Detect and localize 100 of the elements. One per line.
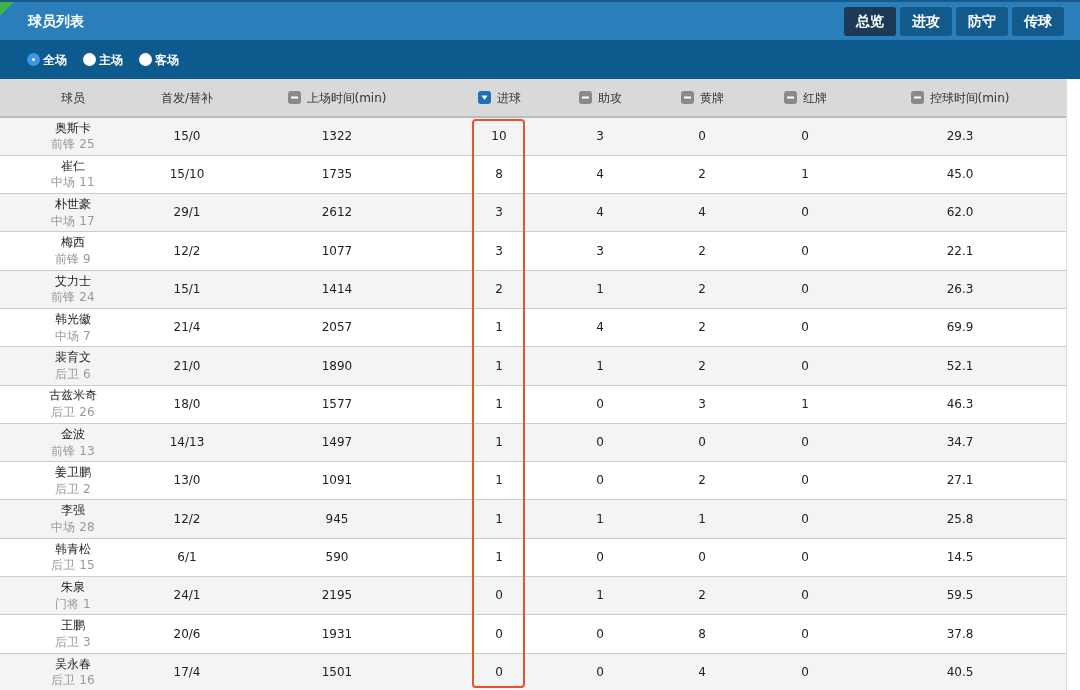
table-cell: 0 — [596, 664, 604, 679]
table-cell: 20/6 — [173, 626, 201, 641]
table-cell: 29.3 — [946, 129, 974, 143]
minus-icon[interactable] — [287, 90, 301, 104]
table-cell: 4 — [596, 205, 604, 220]
table-cell: 1890 — [321, 358, 353, 373]
table-cell: 52.1 — [946, 358, 974, 373]
table-cell: 0 — [801, 626, 809, 641]
player-position: 后卫 15 — [50, 557, 96, 575]
player-name: 艾力士 — [54, 272, 92, 290]
table-cell: 1 — [495, 473, 503, 488]
table-cell: 14.5 — [946, 550, 974, 564]
radio-option[interactable]: 主场 — [83, 50, 123, 69]
table-cell: 1091 — [321, 473, 353, 488]
table-cell: 12/2 — [173, 511, 201, 526]
player-position: 后卫 2 — [54, 480, 92, 498]
player-name: 李强 — [60, 502, 86, 520]
column-header[interactable]: 黄牌 — [699, 90, 724, 105]
tab[interactable]: 总览 — [844, 6, 896, 36]
table-cell: 21/0 — [173, 358, 201, 373]
table-cell: 40.5 — [946, 664, 974, 679]
table-cell: 1 — [495, 358, 503, 373]
table-cell: 0 — [698, 129, 706, 143]
table-cell: 1414 — [321, 281, 353, 296]
table-cell: 1 — [596, 588, 604, 603]
corner-triangle — [0, 2, 14, 16]
table-cell: 69.9 — [946, 320, 974, 335]
table-cell: 27.1 — [946, 473, 974, 488]
column-header[interactable]: 红牌 — [802, 90, 827, 105]
table-cell: 62.0 — [946, 205, 974, 220]
table-cell: 29/1 — [173, 205, 201, 220]
table-cell: 26.3 — [946, 281, 974, 296]
tab[interactable]: 传球 — [1012, 6, 1064, 36]
table-cell: 2612 — [321, 205, 353, 220]
table-cell: 15/10 — [169, 167, 205, 182]
table-cell: 10 — [491, 129, 507, 143]
table-cell: 0 — [495, 664, 503, 679]
table-cell: 0 — [596, 550, 604, 564]
player-position: 后卫 16 — [50, 672, 96, 690]
tab[interactable]: 防守 — [956, 6, 1008, 36]
minus-icon[interactable] — [578, 90, 592, 104]
radio-option[interactable]: 客场 — [139, 50, 179, 69]
table-cell: 1 — [801, 167, 809, 182]
column-header[interactable]: 进球 — [496, 90, 521, 105]
table-cell: 18/0 — [173, 396, 201, 411]
table-cell: 2 — [698, 358, 706, 373]
table-cell: 1 — [698, 511, 706, 526]
minus-icon[interactable] — [783, 90, 797, 104]
table-cell: 3 — [495, 243, 503, 258]
table-cell: 4 — [596, 320, 604, 335]
player-position: 前锋 9 — [54, 251, 92, 268]
table-cell: 2 — [698, 281, 706, 296]
table-cell: 1 — [596, 511, 604, 526]
table-cell: 2 — [698, 167, 706, 182]
table-cell: 0 — [495, 588, 503, 603]
table-cell: 0 — [801, 320, 809, 335]
table-cell: 1 — [495, 320, 503, 335]
table-cell: 3 — [698, 396, 706, 411]
player-name: 吴永春 — [54, 655, 92, 673]
player-position: 前锋 24 — [50, 289, 96, 307]
table-cell: 0 — [698, 435, 706, 450]
tab[interactable]: 进攻 — [900, 6, 952, 36]
table-cell: 1501 — [321, 664, 353, 679]
table-cell: 8 — [495, 167, 503, 182]
column-header[interactable]: 控球时间(min) — [929, 90, 1010, 105]
sort-descending-icon[interactable] — [477, 90, 491, 104]
table-cell: 945 — [325, 511, 349, 526]
table-cell: 2 — [495, 281, 503, 296]
table-cell: 1077 — [321, 243, 353, 258]
table-cell: 4 — [596, 167, 604, 182]
table-cell: 25.8 — [946, 511, 974, 526]
column-header[interactable]: 助攻 — [597, 90, 622, 105]
table-cell: 59.5 — [946, 588, 974, 603]
table-cell: 21/4 — [173, 320, 201, 335]
minus-icon[interactable] — [910, 90, 924, 104]
minus-icon[interactable] — [680, 90, 694, 104]
radio-option[interactable]: 全场 — [27, 50, 67, 69]
player-position: 后卫 3 — [54, 634, 92, 651]
player-name: 古兹米奇 — [48, 387, 98, 405]
table-cell: 2 — [698, 473, 706, 488]
player-position: 后卫 6 — [54, 365, 92, 383]
table-cell: 590 — [325, 550, 349, 564]
table-cell: 1931 — [321, 626, 353, 641]
table-cell: 37.8 — [946, 626, 974, 641]
table-cell: 0 — [801, 205, 809, 220]
player-position: 后卫 26 — [50, 404, 96, 421]
table-cell: 1 — [495, 511, 503, 526]
table-cell: 3 — [596, 129, 604, 143]
table-cell: 2 — [698, 588, 706, 603]
player-position: 前锋 25 — [50, 136, 96, 154]
table-cell: 14/13 — [169, 435, 205, 450]
table-cell: 0 — [495, 626, 503, 641]
table-cell: 0 — [801, 473, 809, 488]
table-cell: 22.1 — [946, 243, 974, 258]
table-cell: 1735 — [321, 167, 353, 182]
column-header[interactable]: 上场时间(min) — [306, 90, 387, 105]
table-cell: 6/1 — [177, 550, 197, 564]
page-title: 球员列表 — [28, 11, 84, 31]
table-cell: 0 — [801, 281, 809, 296]
player-name: 崔仁 — [60, 157, 86, 175]
